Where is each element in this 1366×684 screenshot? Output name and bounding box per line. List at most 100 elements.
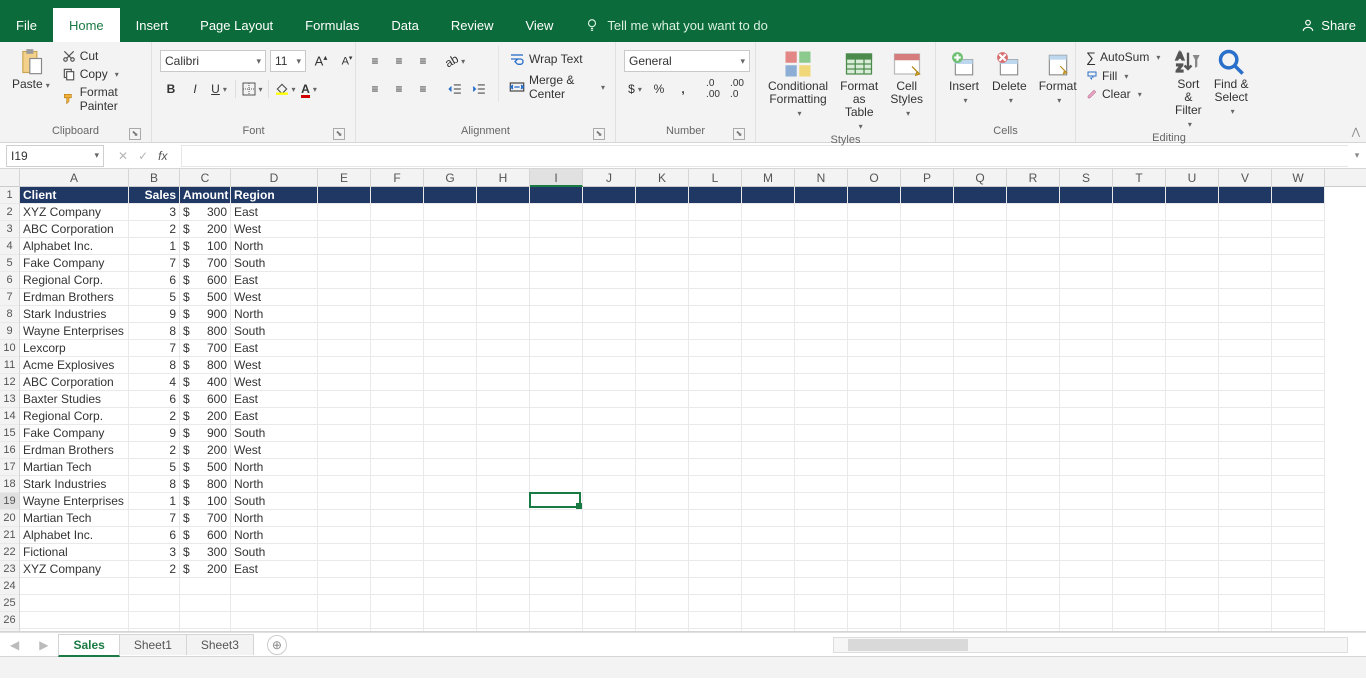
- cell-F4[interactable]: [371, 238, 424, 255]
- cell-F7[interactable]: [371, 289, 424, 306]
- cell-A17[interactable]: Martian Tech: [20, 459, 129, 476]
- expand-formula-bar-button[interactable]: ▾: [1348, 150, 1366, 161]
- tab-page-layout[interactable]: Page Layout: [184, 8, 289, 42]
- cell-Q22[interactable]: [954, 544, 1007, 561]
- cell-I12[interactable]: [530, 374, 583, 391]
- cell-G1[interactable]: [424, 187, 477, 204]
- cell-E3[interactable]: [318, 221, 371, 238]
- cell-T5[interactable]: [1113, 255, 1166, 272]
- cell-C16[interactable]: $200: [180, 442, 231, 459]
- cell-T8[interactable]: [1113, 306, 1166, 323]
- cell-A9[interactable]: Wayne Enterprises: [20, 323, 129, 340]
- alignment-dialog-launcher[interactable]: ⬊: [593, 128, 605, 140]
- cell-M23[interactable]: [742, 561, 795, 578]
- cell-O15[interactable]: [848, 425, 901, 442]
- cell-B2[interactable]: 3: [129, 204, 180, 221]
- cell-J19[interactable]: [583, 493, 636, 510]
- cell-N13[interactable]: [795, 391, 848, 408]
- cell-U26[interactable]: [1166, 612, 1219, 629]
- cell-G8[interactable]: [424, 306, 477, 323]
- row-header-26[interactable]: 26: [0, 612, 19, 629]
- cell-C24[interactable]: [180, 578, 231, 595]
- cell-E1[interactable]: [318, 187, 371, 204]
- cell-W3[interactable]: [1272, 221, 1325, 238]
- cell-Q25[interactable]: [954, 595, 1007, 612]
- cell-C21[interactable]: $600: [180, 527, 231, 544]
- cell-E2[interactable]: [318, 204, 371, 221]
- cell-W18[interactable]: [1272, 476, 1325, 493]
- cell-M10[interactable]: [742, 340, 795, 357]
- cell-D9[interactable]: South: [231, 323, 318, 340]
- cell-M12[interactable]: [742, 374, 795, 391]
- cell-A12[interactable]: ABC Corporation: [20, 374, 129, 391]
- cell-U13[interactable]: [1166, 391, 1219, 408]
- cell-E6[interactable]: [318, 272, 371, 289]
- cell-C3[interactable]: $200: [180, 221, 231, 238]
- cell-E22[interactable]: [318, 544, 371, 561]
- cell-B23[interactable]: 2: [129, 561, 180, 578]
- column-header-C[interactable]: C: [180, 169, 231, 187]
- cell-L18[interactable]: [689, 476, 742, 493]
- new-sheet-button[interactable]: ⊕: [267, 635, 287, 655]
- cell-M24[interactable]: [742, 578, 795, 595]
- cell-K11[interactable]: [636, 357, 689, 374]
- cell-V4[interactable]: [1219, 238, 1272, 255]
- cell-U10[interactable]: [1166, 340, 1219, 357]
- cell-F26[interactable]: [371, 612, 424, 629]
- cell-Q10[interactable]: [954, 340, 1007, 357]
- cell-P26[interactable]: [901, 612, 954, 629]
- cell-A8[interactable]: Stark Industries: [20, 306, 129, 323]
- spreadsheet-grid[interactable]: ABCDEFGHIJKLMNOPQRSTUVW 1234567891011121…: [0, 169, 1366, 632]
- cell-Q15[interactable]: [954, 425, 1007, 442]
- cell-O25[interactable]: [848, 595, 901, 612]
- cell-Q19[interactable]: [954, 493, 1007, 510]
- cell-Q5[interactable]: [954, 255, 1007, 272]
- cell-V8[interactable]: [1219, 306, 1272, 323]
- cell-D2[interactable]: East: [231, 204, 318, 221]
- cell-I24[interactable]: [530, 578, 583, 595]
- cell-Q12[interactable]: [954, 374, 1007, 391]
- cell-M20[interactable]: [742, 510, 795, 527]
- underline-button[interactable]: U: [208, 78, 230, 100]
- cell-C8[interactable]: $900: [180, 306, 231, 323]
- cell-A15[interactable]: Fake Company: [20, 425, 129, 442]
- cell-J7[interactable]: [583, 289, 636, 306]
- cell-O22[interactable]: [848, 544, 901, 561]
- cell-B8[interactable]: 9: [129, 306, 180, 323]
- fill-button[interactable]: Fill: [1084, 68, 1162, 84]
- cell-H22[interactable]: [477, 544, 530, 561]
- cell-R25[interactable]: [1007, 595, 1060, 612]
- sheet-tab-sheet1[interactable]: Sheet1: [119, 634, 187, 655]
- cell-V10[interactable]: [1219, 340, 1272, 357]
- cell-L12[interactable]: [689, 374, 742, 391]
- cell-U19[interactable]: [1166, 493, 1219, 510]
- cell-O23[interactable]: [848, 561, 901, 578]
- cell-P4[interactable]: [901, 238, 954, 255]
- cell-M15[interactable]: [742, 425, 795, 442]
- align-left-button[interactable]: ≡: [364, 78, 386, 100]
- cell-O3[interactable]: [848, 221, 901, 238]
- cell-W26[interactable]: [1272, 612, 1325, 629]
- cell-T26[interactable]: [1113, 612, 1166, 629]
- cell-L13[interactable]: [689, 391, 742, 408]
- font-dialog-launcher[interactable]: ⬊: [333, 128, 345, 140]
- cell-B16[interactable]: 2: [129, 442, 180, 459]
- cell-M25[interactable]: [742, 595, 795, 612]
- cell-W5[interactable]: [1272, 255, 1325, 272]
- cell-I21[interactable]: [530, 527, 583, 544]
- cell-H3[interactable]: [477, 221, 530, 238]
- cell-O20[interactable]: [848, 510, 901, 527]
- cell-E5[interactable]: [318, 255, 371, 272]
- cell-F1[interactable]: [371, 187, 424, 204]
- cell-V17[interactable]: [1219, 459, 1272, 476]
- cell-D22[interactable]: South: [231, 544, 318, 561]
- cell-W20[interactable]: [1272, 510, 1325, 527]
- cell-L6[interactable]: [689, 272, 742, 289]
- cell-F23[interactable]: [371, 561, 424, 578]
- column-headers[interactable]: ABCDEFGHIJKLMNOPQRSTUVW: [20, 169, 1366, 187]
- sheet-tab-sales[interactable]: Sales: [58, 634, 119, 657]
- cell-D26[interactable]: [231, 612, 318, 629]
- cell-P8[interactable]: [901, 306, 954, 323]
- cell-M7[interactable]: [742, 289, 795, 306]
- cell-P3[interactable]: [901, 221, 954, 238]
